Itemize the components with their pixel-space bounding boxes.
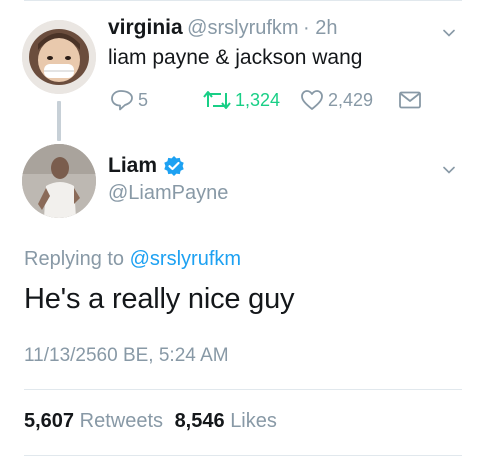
avatar-image [22,20,96,94]
reply-text: liam payne & jackson wang [108,46,363,69]
like-count: 2,429 [328,89,374,110]
like-action[interactable]: 2,429 [300,87,373,113]
reply-user-handle[interactable]: @srslyrufkm [187,17,298,39]
replying-to: Replying to @srslyrufkm [24,248,241,271]
reply-action[interactable]: 5 [110,87,148,113]
avatar-image [22,144,96,218]
chevron-down-icon[interactable] [443,164,455,176]
dm-action[interactable] [398,87,426,113]
retweet-count: 1,324 [235,89,281,110]
reply-user-name[interactable]: virginia [108,16,183,39]
main-user-handle[interactable]: @LiamPayne [108,182,228,205]
chevron-down-icon[interactable] [443,27,455,39]
likes-count: 8,546 [174,410,225,432]
reply-header: virginia @srslyrufkm · 2h [108,16,337,40]
main-user-name[interactable]: Liam [108,154,157,178]
reply-time[interactable]: · 2h [303,17,337,39]
stats-top-divider [24,389,462,390]
likes-stat[interactable]: 8,546 Likes [175,410,277,432]
retweet-icon [203,91,231,109]
liam-avatar[interactable] [22,144,96,218]
thread-connector [57,101,61,141]
tweet-timestamp[interactable]: 11/13/2560 BE, 5:24 AM [24,345,229,367]
main-header: Liam [108,154,185,178]
verified-icon [164,156,184,176]
reply-tweet[interactable]: virginia @srslyrufkm · 2h liam payne & j… [0,0,480,141]
reply-icon [111,90,133,111]
replying-handle-link[interactable]: @srslyrufkm [130,248,241,270]
dm-icon [399,91,421,109]
replying-prefix: Replying to [24,248,125,270]
virginia-avatar[interactable] [22,20,96,94]
retweets-count: 5,607 [24,410,75,432]
main-tweet-text: He's a really nice guy [24,283,295,315]
like-icon [301,90,323,110]
retweets-stat[interactable]: 5,607 Retweets [24,410,169,432]
reply-count: 5 [138,89,149,110]
retweets-label: Retweets [79,410,163,432]
tweet-stats: 5,607 Retweets 8,546 Likes [24,410,277,433]
stats-bottom-divider [24,455,462,456]
likes-label: Likes [230,410,277,432]
retweet-action[interactable]: 1,324 [203,87,280,113]
